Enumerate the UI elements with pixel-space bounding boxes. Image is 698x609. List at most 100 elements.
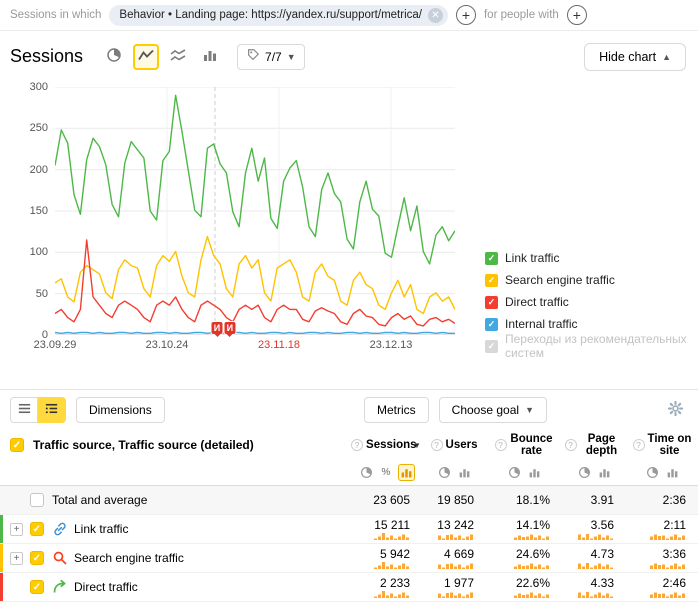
x-axis-tick: 23.10.24: [146, 339, 189, 351]
series-color-strip: [0, 515, 3, 543]
area-chart-type-button[interactable]: [165, 44, 191, 70]
legend-checkbox[interactable]: ✓: [485, 340, 498, 353]
metric-value-cell: 3.56: [562, 515, 626, 543]
bars-mode-icon[interactable]: [596, 464, 613, 481]
line-chart-type-button[interactable]: [133, 44, 159, 70]
filter-chip[interactable]: Behavior • Landing page: https://yandex.…: [109, 5, 448, 26]
tree-list-icon: [44, 401, 59, 419]
column-label: Bounce rate: [510, 433, 554, 457]
help-icon: ?: [351, 439, 363, 451]
row-checkbox[interactable]: ✓: [30, 580, 44, 594]
annotation-pin[interactable]: И: [223, 321, 236, 335]
dimensions-button[interactable]: Dimensions: [76, 397, 165, 423]
pie-mode-icon[interactable]: [436, 464, 453, 481]
table-row[interactable]: ✓Direct traffic2 2331 97722.6%4.332:46: [0, 573, 698, 602]
metric-value: 13 242: [437, 518, 474, 532]
table-row[interactable]: Total and average23 60519 85018.1%3.912:…: [0, 486, 698, 515]
bars-mode-icon[interactable]: [398, 464, 415, 481]
row-checkbox[interactable]: ✓: [30, 522, 44, 536]
expand-button[interactable]: +: [10, 552, 23, 565]
filter-chip-label: Behavior • Landing page: https://yandex.…: [119, 9, 422, 21]
metric-value: 2:36: [663, 493, 686, 507]
hide-chart-button[interactable]: Hide chart ▲: [584, 43, 686, 71]
table-body: Total and average23 60519 85018.1%3.912:…: [0, 486, 698, 602]
metric-value-cell: 18.1%: [486, 486, 562, 514]
metric-value-cell: 14.1%: [486, 515, 562, 543]
row-label: Search engine traffic: [74, 551, 184, 565]
metric-value: 2 233: [380, 576, 410, 590]
table-row[interactable]: + ✓ Link traffic 15 211 13 242 14.1% 3.56 2:11: [0, 515, 698, 544]
row-checkbox[interactable]: [30, 493, 44, 507]
segments-dropdown[interactable]: 7/7 ▼: [237, 44, 305, 70]
annotation-pin[interactable]: И: [211, 321, 224, 335]
metric-sparkline: [578, 533, 614, 540]
choose-goal-label: Choose goal: [452, 403, 519, 417]
legend-checkbox[interactable]: ✓: [485, 296, 498, 309]
legend-item[interactable]: ✓Internal traffic: [485, 317, 698, 331]
pie-mode-icon[interactable]: [576, 464, 593, 481]
remove-filter-icon[interactable]: ✕: [428, 8, 443, 23]
metric-sparkline: [514, 533, 550, 540]
metric-mode-toggles: [562, 460, 626, 485]
legend-item[interactable]: ✓Search engine traffic: [485, 273, 698, 287]
legend-item[interactable]: ✓Переходы из рекомендательных систем: [485, 339, 698, 353]
sessions-chart-section: 05010015020025030023.09.2923.10.2423.11.…: [0, 75, 698, 371]
add-session-filter-button[interactable]: +: [456, 5, 476, 25]
metric-value: 14.1%: [516, 518, 550, 532]
x-axis: 23.09.2923.10.2423.11.1823.12.13: [55, 339, 455, 355]
settings-button[interactable]: [667, 400, 684, 420]
flat-list-view-button[interactable]: [10, 397, 38, 423]
pie-mode-icon[interactable]: [506, 464, 523, 481]
bars-mode-icon[interactable]: [456, 464, 473, 481]
metric-sparkline: [514, 562, 550, 569]
column-header-sessions[interactable]: ?Sessions▼: [350, 430, 422, 460]
bars-mode-icon[interactable]: [526, 464, 543, 481]
column-header-time-on-site[interactable]: ?Time on site: [626, 430, 698, 460]
metric-value-cell: 2:46: [626, 573, 698, 601]
metric-value: 2:11: [664, 518, 686, 532]
metric-mode-toggles: [626, 460, 698, 485]
metric-sparkline: [374, 533, 410, 540]
metric-value-cell: 13 242: [422, 515, 486, 543]
legend-checkbox[interactable]: ✓: [485, 318, 498, 331]
add-people-filter-button[interactable]: +: [567, 5, 587, 25]
metric-value: 18.1%: [516, 493, 550, 507]
metric-value-cell: 2:36: [626, 486, 698, 514]
line-chart[interactable]: 05010015020025030023.09.2923.10.2423.11.…: [55, 87, 455, 335]
column-header-page-depth[interactable]: ?Page depth: [562, 430, 626, 460]
pie-mode-icon[interactable]: [358, 464, 375, 481]
row-checkbox[interactable]: ✓: [30, 551, 44, 565]
column-header-bounce-rate[interactable]: ?Bounce rate: [486, 430, 562, 460]
view-toggle-group: [10, 397, 66, 423]
column-label: Page depth: [580, 433, 624, 457]
pie-mode-icon[interactable]: [644, 464, 661, 481]
bars-mode-icon[interactable]: [664, 464, 681, 481]
dimension-header: Traffic source, Traffic source (detailed…: [33, 438, 254, 452]
legend-checkbox[interactable]: ✓: [485, 252, 498, 265]
metric-value: 2:46: [663, 576, 686, 590]
metric-mode-row: %: [0, 460, 698, 486]
metrics-button[interactable]: Metrics: [364, 397, 429, 423]
tree-view-button[interactable]: [38, 397, 66, 423]
percent-mode-icon[interactable]: %: [378, 464, 395, 481]
bar-chart-type-button[interactable]: [197, 44, 223, 70]
table-row[interactable]: +✓Search engine traffic5 9424 66924.6%4.…: [0, 544, 698, 573]
metric-sparkline: [650, 533, 686, 540]
select-all-checkbox[interactable]: ✓: [10, 438, 24, 452]
help-icon: ?: [495, 439, 507, 451]
metric-value-cell: 19 850: [422, 486, 486, 514]
y-axis-tick: 100: [14, 246, 48, 258]
metric-value: 3.56: [591, 518, 614, 532]
metric-value-cell: 15 211: [350, 515, 422, 543]
metric-value: 3.91: [591, 493, 614, 507]
column-header-users[interactable]: ?Users: [422, 430, 486, 460]
legend-checkbox[interactable]: ✓: [485, 274, 498, 287]
row-label: Link traffic: [74, 522, 128, 536]
pie-chart-type-button[interactable]: [101, 44, 127, 70]
metric-sparkline: [578, 562, 614, 569]
legend-item[interactable]: ✓Link traffic: [485, 251, 698, 265]
choose-goal-dropdown[interactable]: Choose goal ▼: [439, 397, 547, 423]
legend-item[interactable]: ✓Direct traffic: [485, 295, 698, 309]
x-axis-tick: 23.09.29: [34, 339, 77, 351]
expand-button[interactable]: +: [10, 523, 23, 536]
